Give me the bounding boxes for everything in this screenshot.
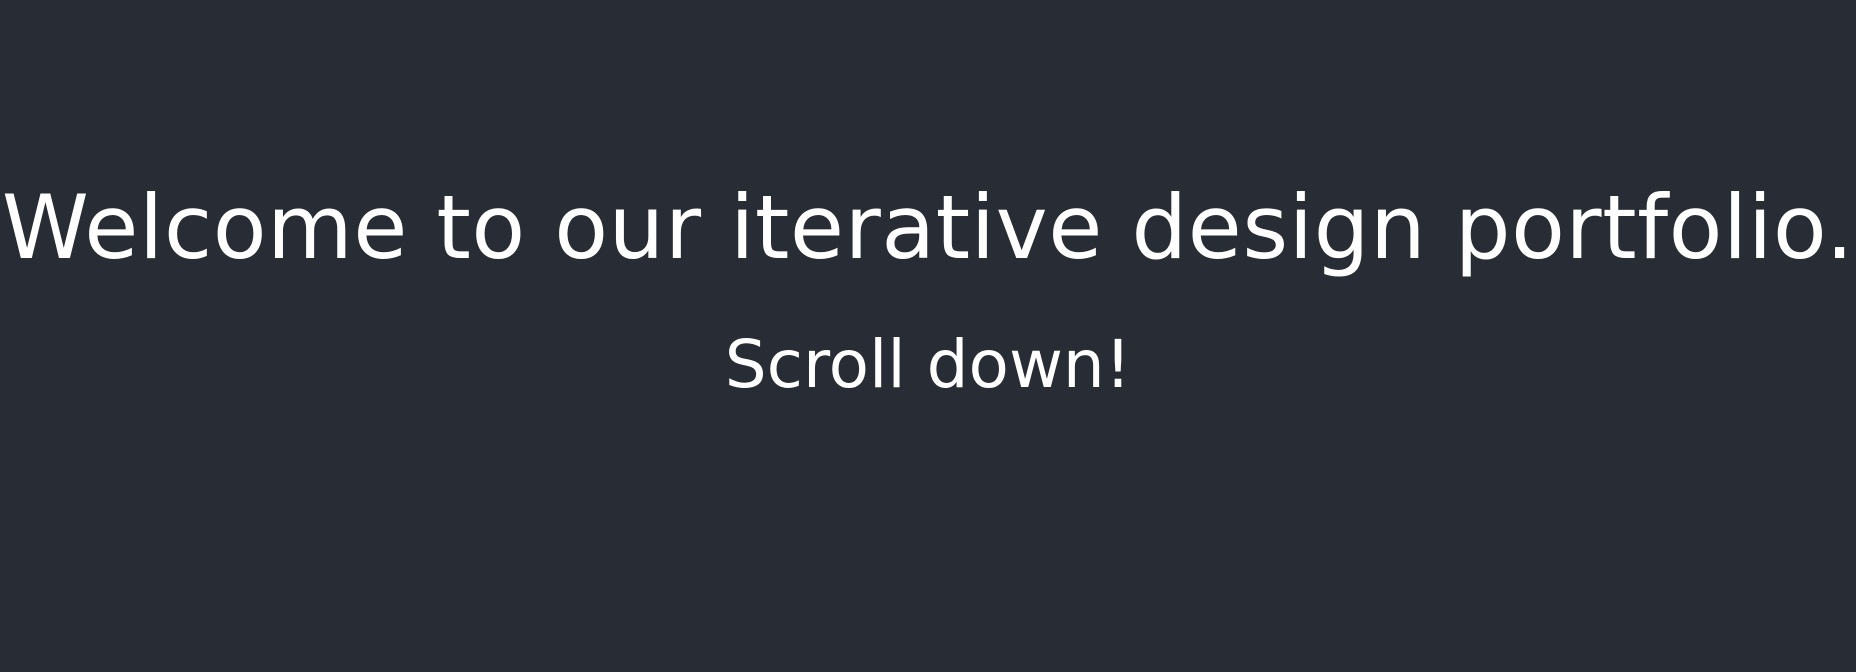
scroll-down-prompt: Scroll down! bbox=[724, 326, 1132, 403]
welcome-heading: Welcome to our iterative design portfoli… bbox=[1, 176, 1855, 279]
hero-section: Welcome to our iterative design portfoli… bbox=[0, 0, 1856, 672]
